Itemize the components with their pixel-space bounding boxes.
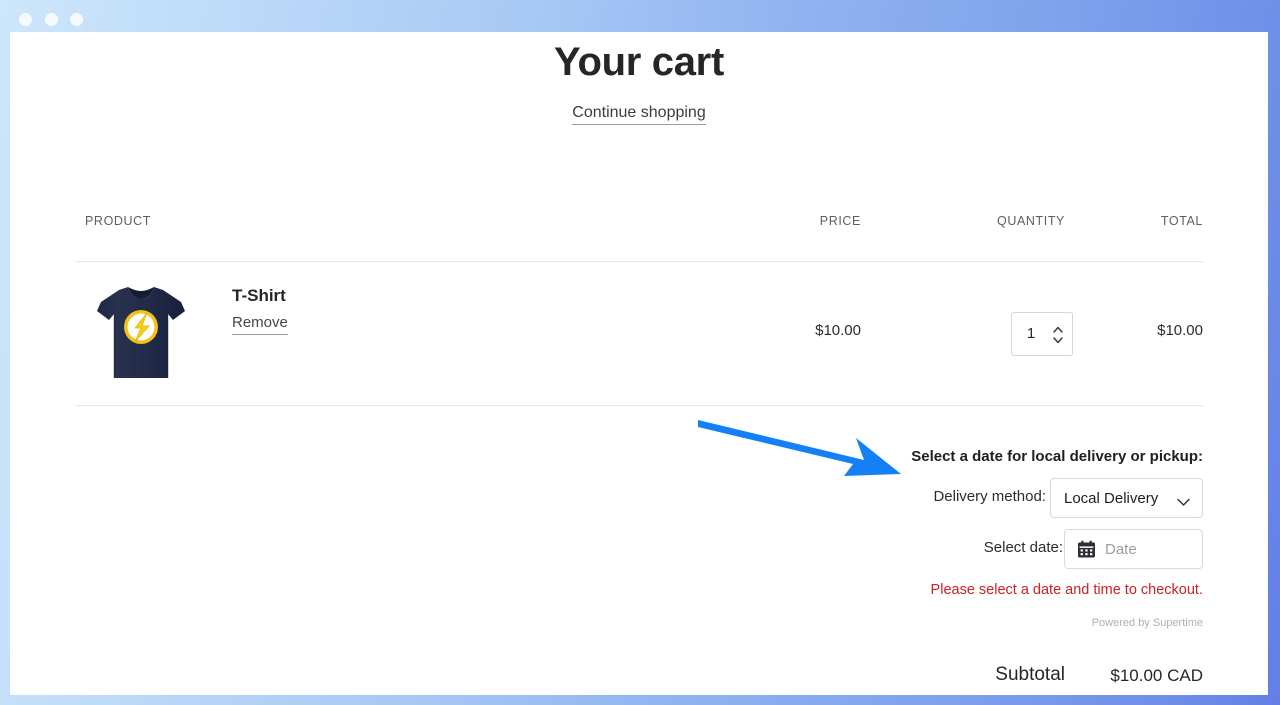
chevron-down-icon [1177,494,1190,506]
date-input[interactable]: Date [1064,529,1203,569]
window-maximize-dot[interactable] [70,13,83,26]
column-header-price: PRICE [819,214,861,228]
delivery-method-select[interactable]: Local Delivery [1050,478,1203,518]
divider-below-items [75,405,1203,406]
delivery-error-message: Please select a date and time to checkou… [930,582,1203,598]
column-header-product: PRODUCT [85,214,152,228]
remove-item-link[interactable]: Remove [232,314,288,335]
divider-above-items [75,261,1203,262]
continue-shopping-link[interactable]: Continue shopping [10,104,1268,125]
column-header-quantity: QUANTITY [997,214,1065,228]
cart-page: Your cart Continue shopping PRODUCT PRIC… [10,32,1268,695]
item-line-total: $10.00 [1157,322,1203,339]
window-minimize-dot[interactable] [45,13,58,26]
window-close-dot[interactable] [19,13,32,26]
quantity-spinner-icon[interactable] [1051,323,1065,347]
select-date-label: Select date: [983,539,1063,556]
page-surface: Your cart Continue shopping PRODUCT PRIC… [10,32,1268,695]
quantity-stepper[interactable]: 1 [1011,312,1073,356]
continue-shopping-label: Continue shopping [572,104,706,125]
quantity-input[interactable]: 1 [1012,325,1050,342]
product-title: T-Shirt [232,286,286,305]
select-date-row: Select date: Date [710,529,1203,569]
delivery-method-label: Delivery method: [933,488,1046,505]
page-title: Your cart [554,40,724,84]
delivery-method-value: Local Delivery [1064,490,1159,507]
powered-by-label: Powered by Supertime [1091,617,1203,629]
browser-window-frame: Your cart Continue shopping PRODUCT PRIC… [0,0,1280,705]
calendar-icon [1077,540,1096,559]
product-thumbnail[interactable] [95,280,187,384]
subtotal-row: Subtotal $10.00 CAD [710,664,1203,690]
browser-titlebar [0,0,1280,32]
subtotal-label: Subtotal [995,664,1065,685]
item-price: $10.00 [815,322,861,339]
delivery-method-row: Delivery method: Local Delivery [710,478,1203,518]
date-placeholder: Date [1105,541,1137,558]
cart-table-header: PRODUCT PRICE QUANTITY TOTAL [75,204,1203,240]
column-header-total: TOTAL [1160,214,1203,228]
delivery-heading: Select a date for local delivery or pick… [911,448,1203,465]
subtotal-value: $10.00 CAD [1110,666,1203,685]
product-info: T-Shirt Remove [232,286,452,335]
cart-item-row: T-Shirt Remove $10.00 1 $10.00 [75,272,1203,397]
